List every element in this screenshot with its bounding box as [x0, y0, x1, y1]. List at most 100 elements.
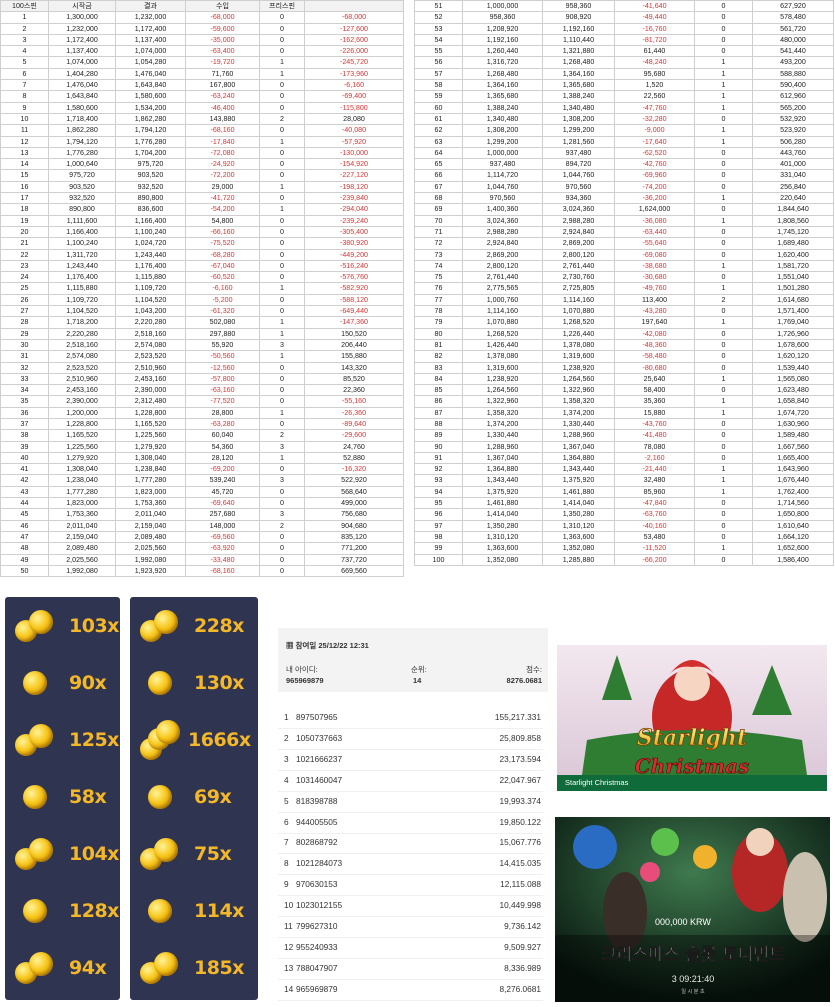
table-cell: -12,560 [185, 361, 260, 374]
table-row: 54 1,192,160 1,110,440 -81,720 0 480,000 [414, 33, 834, 47]
table-cell: 64 [414, 146, 463, 160]
table-cell: -48,360 [614, 338, 695, 352]
multiplier-row: 58x [5, 768, 120, 825]
table-cell: 70 [414, 214, 463, 227]
table-cell: 1,044,760 [542, 169, 615, 182]
table-cell: 2,775,565 [462, 282, 543, 295]
table-cell: -81,720 [614, 33, 695, 47]
table-cell: 1,000,000 [462, 146, 543, 160]
multiplier-value: 185x [194, 956, 244, 979]
table-cell: 36 [0, 406, 49, 419]
table-cell: 934,360 [542, 192, 615, 205]
participation-date: ▦ 참여일 25/12/22 12:31 [286, 641, 369, 650]
col-cumulative [304, 0, 404, 13]
table-cell: 28,080 [304, 112, 404, 126]
multiplier-value: 128x [69, 899, 119, 922]
table-cell: -9,000 [614, 124, 695, 137]
ranking-row: 7 802868792 15,067.776 [278, 831, 543, 855]
table-row: 44 1,823,000 1,753,360 -69,640 0 499,000 [0, 497, 404, 510]
table-cell: 85,520 [304, 372, 404, 386]
table-cell: 975,720 [48, 169, 116, 182]
table-cell: -63,240 [185, 90, 260, 103]
table-cell: -54,200 [185, 203, 260, 216]
table-cell: 1,753,360 [48, 508, 116, 521]
coin-icon [138, 948, 182, 988]
table-cell: 1,308,040 [115, 451, 186, 465]
table-cell: 1,614,680 [752, 293, 834, 307]
table-cell: -58,480 [614, 350, 695, 363]
table-cell: 19 [0, 214, 49, 227]
table-cell: 1,620,120 [752, 350, 834, 363]
table-cell: 91 [414, 451, 463, 465]
table-cell: 539,240 [185, 474, 260, 487]
table-cell: 2,453,160 [48, 384, 116, 397]
table-cell: 1,367,040 [462, 451, 543, 465]
table-cell: 0 [259, 124, 305, 137]
table-cell: 87 [414, 406, 463, 419]
table-cell: 65 [414, 158, 463, 171]
table-cell: -130,000 [304, 146, 404, 160]
table-cell: 1,321,880 [542, 45, 615, 58]
table-cell: 1,172,400 [48, 33, 116, 47]
table-cell: 2,011,040 [48, 519, 116, 532]
multiplier-value: 1666x [188, 728, 251, 751]
table-cell: 1,589,480 [752, 429, 834, 442]
table-row: 38 1,165,520 1,225,560 60,040 2 -29,600 [0, 429, 404, 442]
table-cell: 1,476,040 [115, 67, 186, 81]
christmas-tournament-banner[interactable]: 000,000 KRW 크리스마스 슬롯 토너먼트 3 09:21:40 일 시… [555, 817, 830, 1002]
table-cell: 71 [414, 225, 463, 239]
table-cell: 1,264,560 [462, 384, 543, 397]
game-card-starlight-christmas[interactable]: Starlight Christmas Starlight Christmas [557, 645, 827, 791]
table-cell: 1,718,200 [48, 316, 116, 329]
table-cell: 31 [0, 350, 49, 363]
ranking-row: 14 965969879 8,276.0681 [278, 978, 543, 1001]
table-cell: 1,268,480 [462, 67, 543, 81]
table-row: 15 975,720 903,520 -72,200 0 -227,120 [0, 169, 404, 182]
table-cell: 590,400 [752, 79, 834, 92]
table-cell: 1,308,200 [542, 112, 615, 126]
table-cell: 499,000 [304, 497, 404, 510]
coin-icon [13, 663, 57, 703]
table-row: 31 2,574,080 2,523,520 -50,560 1 155,880 [0, 350, 404, 363]
table-cell: 46 [0, 519, 49, 532]
table-row: 52 958,360 908,920 -49,440 0 578,480 [414, 11, 834, 24]
ranking-row: 5 818398788 19,993.374 [278, 790, 543, 813]
table-row: 88 1,374,200 1,330,440 -43,760 0 1,630,960 [414, 417, 834, 431]
table-cell: 2,924,840 [462, 237, 543, 250]
ranking-user-id: 955240933 [296, 941, 338, 952]
table-row: 11 1,862,280 1,794,120 -68,160 0 -40,080 [0, 124, 404, 137]
table-cell: 1 [694, 474, 753, 487]
table-cell: 1,762,400 [752, 485, 834, 499]
ranking-user-id: 799627310 [296, 921, 338, 931]
table-cell: 1,000,640 [48, 158, 116, 171]
table-cell: 33 [0, 372, 49, 386]
table-row: 12 1,794,120 1,776,280 -17,840 1 -57,920 [0, 135, 404, 148]
score-value: 8276.0681 [506, 676, 542, 685]
table-cell: 82 [414, 350, 463, 363]
table-cell: 1,753,360 [115, 497, 186, 510]
table-cell: -162,600 [304, 33, 404, 47]
table-cell: 3,024,360 [542, 203, 615, 216]
ranking-score: 10,449.998 [499, 900, 541, 911]
table-cell: 2,725,805 [542, 282, 615, 295]
multiplier-row: 94x [5, 939, 120, 996]
table-cell: 1,388,240 [462, 101, 543, 114]
table-cell: 52 [414, 11, 463, 24]
table-cell: 1,115,880 [48, 282, 116, 295]
table-cell: 2,011,040 [115, 508, 186, 521]
table-cell: -198,120 [304, 180, 404, 194]
table-cell: -127,600 [304, 22, 404, 35]
table-cell: 1,316,720 [462, 56, 543, 69]
table-cell: 85,960 [614, 485, 695, 499]
table-cell: 970,560 [542, 180, 615, 194]
ranking-row: 10 1023012155 10,449.998 [278, 894, 543, 918]
table-cell: 903,520 [115, 169, 186, 182]
table-cell: 1,308,200 [462, 124, 543, 137]
table-cell: 1,319,600 [462, 361, 543, 374]
table-cell: -35,000 [185, 33, 260, 47]
table-cell: 1,308,040 [48, 463, 116, 476]
table-cell: 0 [259, 305, 305, 318]
table-cell: 1,238,920 [462, 372, 543, 386]
table-cell: 1,343,440 [542, 463, 615, 476]
table-cell: 74 [414, 259, 463, 273]
